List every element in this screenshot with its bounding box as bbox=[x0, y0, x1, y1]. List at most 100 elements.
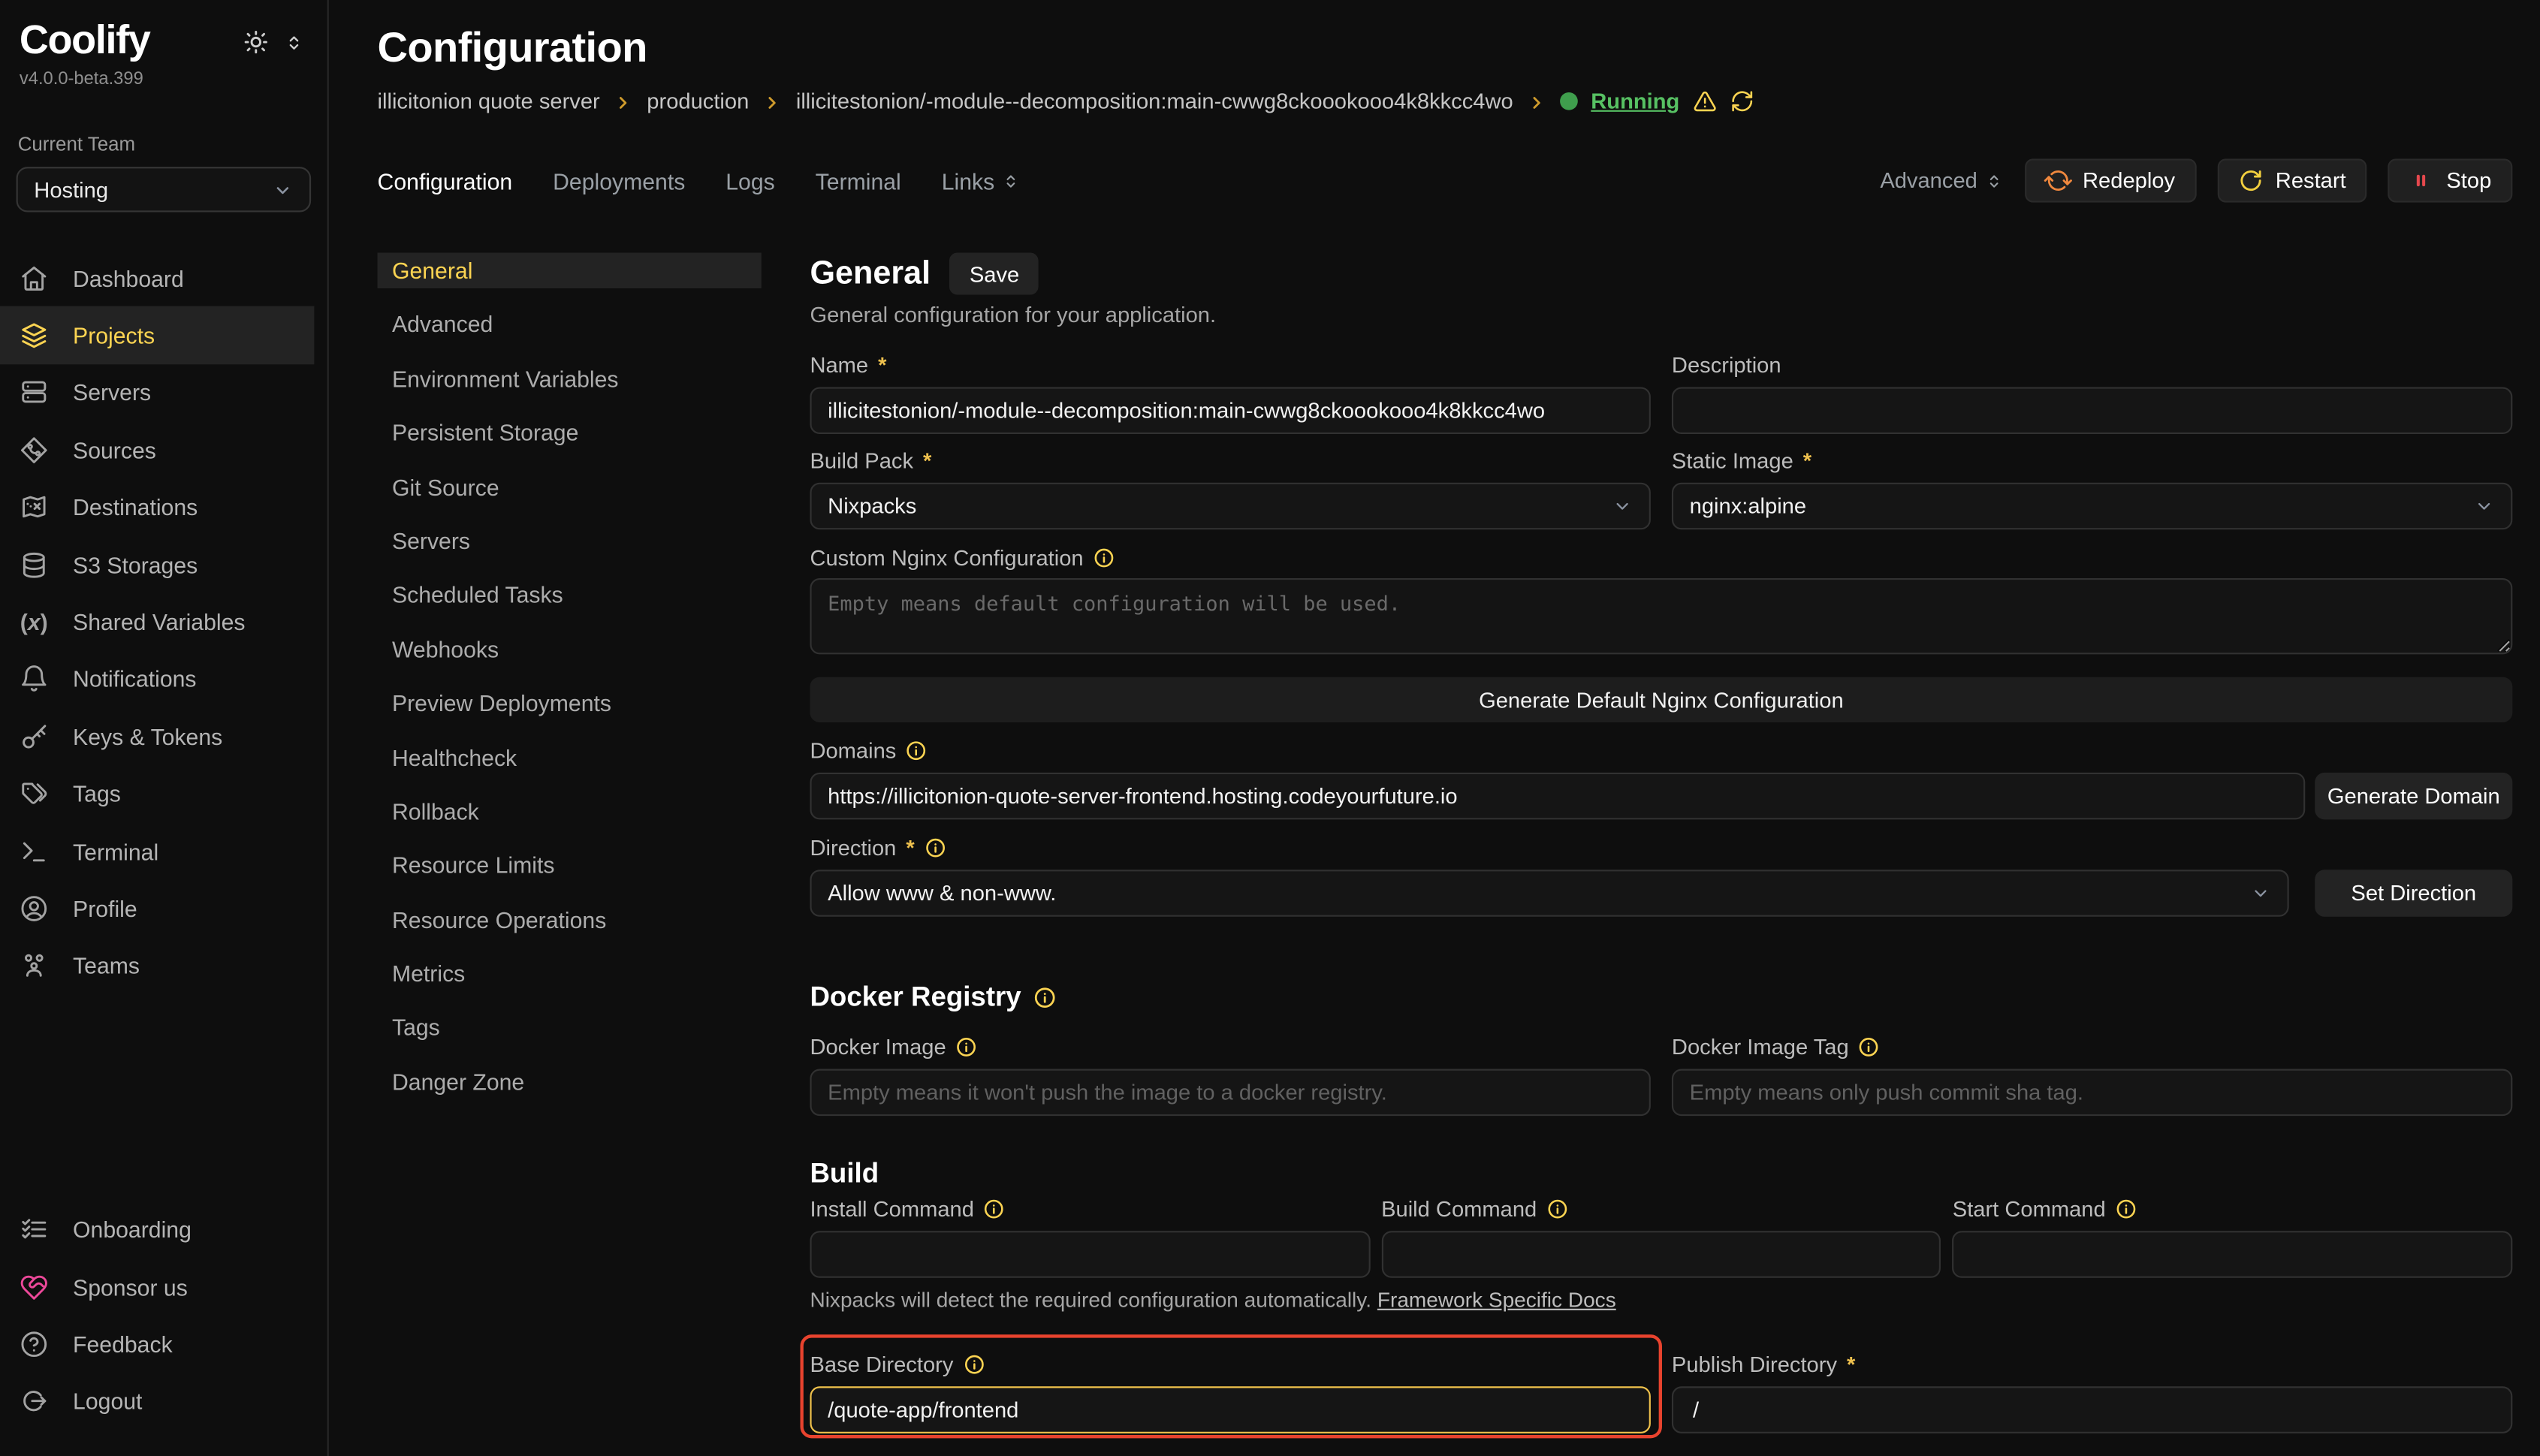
subnav-resource-limits[interactable]: Resource Limits bbox=[378, 848, 762, 883]
home-icon bbox=[20, 264, 49, 293]
base-directory-label: Base Directory bbox=[810, 1352, 1650, 1376]
subnav-git-source[interactable]: Git Source bbox=[378, 469, 762, 505]
refresh-icon[interactable] bbox=[1730, 89, 1754, 113]
subnav-scheduled-tasks[interactable]: Scheduled Tasks bbox=[378, 577, 762, 613]
install-command-input[interactable] bbox=[810, 1231, 1370, 1278]
info-icon bbox=[906, 740, 927, 761]
subnav-general[interactable]: General bbox=[378, 252, 762, 288]
sidebar-item-label: Logout bbox=[73, 1388, 142, 1415]
tab-terminal[interactable]: Terminal bbox=[816, 167, 901, 194]
subnav-environment-variables[interactable]: Environment Variables bbox=[378, 361, 762, 396]
restart-button[interactable]: Restart bbox=[2217, 158, 2367, 202]
bell-icon bbox=[20, 665, 49, 694]
sidebar-item-onboarding[interactable]: Onboarding bbox=[0, 1201, 314, 1258]
sidebar-item-label: Teams bbox=[73, 953, 140, 979]
breadcrumb-resource[interactable]: illicitestonion/-module--decomposition:m… bbox=[796, 89, 1513, 113]
sidebar-item-terminal[interactable]: Terminal bbox=[0, 823, 314, 880]
users-icon bbox=[20, 951, 49, 981]
subnav-healthcheck[interactable]: Healthcheck bbox=[378, 740, 762, 775]
domains-input[interactable] bbox=[810, 773, 2305, 820]
sidebar-item-keys-tokens[interactable]: Keys & Tokens bbox=[0, 708, 314, 765]
sidebar-item-label: Destinations bbox=[73, 494, 198, 520]
domains-label: Domains bbox=[810, 739, 2512, 763]
chevron-right-icon bbox=[1526, 92, 1547, 113]
docker-image-input[interactable] bbox=[810, 1069, 1650, 1117]
breadcrumb-environment[interactable]: production bbox=[647, 89, 749, 113]
base-directory-input[interactable] bbox=[810, 1386, 1650, 1433]
publish-directory-input[interactable] bbox=[1672, 1386, 2512, 1433]
sidebar-item-label: Notifications bbox=[73, 666, 196, 692]
sidebar-item-feedback[interactable]: Feedback bbox=[0, 1316, 314, 1373]
sidebar-item-servers[interactable]: Servers bbox=[0, 364, 314, 421]
sidebar-item-projects[interactable]: Projects bbox=[0, 306, 314, 363]
sidebar-item-sources[interactable]: Sources bbox=[0, 421, 314, 478]
sidebar-item-label: Onboarding bbox=[73, 1216, 192, 1243]
status-badge[interactable]: Running bbox=[1591, 89, 1679, 113]
build-pack-select[interactable]: Nixpacks bbox=[810, 483, 1650, 530]
subnav-webhooks[interactable]: Webhooks bbox=[378, 632, 762, 667]
sidebar-item-tags[interactable]: Tags bbox=[0, 765, 314, 822]
start-command-input[interactable] bbox=[1953, 1231, 2513, 1278]
info-icon bbox=[925, 837, 946, 858]
description-label: Description bbox=[1672, 353, 2512, 377]
sidebar-item-label: Feedback bbox=[73, 1331, 173, 1358]
static-image-select[interactable]: nginx:alpine bbox=[1672, 483, 2512, 530]
sidebar-item-teams[interactable]: Teams bbox=[0, 937, 314, 994]
sidebar-item-shared-variables[interactable]: (x) Shared Variables bbox=[0, 593, 314, 650]
tab-configuration[interactable]: Configuration bbox=[378, 167, 513, 194]
theme-sun-icon[interactable] bbox=[243, 29, 270, 56]
sidebar-item-label: S3 Storages bbox=[73, 552, 198, 578]
description-input[interactable] bbox=[1672, 387, 2512, 434]
subnav-advanced[interactable]: Advanced bbox=[378, 306, 762, 342]
subnav-resource-operations[interactable]: Resource Operations bbox=[378, 902, 762, 937]
tab-logs[interactable]: Logs bbox=[725, 167, 774, 194]
subnav-rollback[interactable]: Rollback bbox=[378, 794, 762, 829]
build-pack-label: Build Pack* bbox=[810, 448, 1650, 472]
generate-domain-button[interactable]: Generate Domain bbox=[2315, 773, 2512, 820]
name-input[interactable] bbox=[810, 387, 1650, 434]
direction-select[interactable]: Allow www & non-www. bbox=[810, 870, 2288, 917]
redeploy-button[interactable]: Redeploy bbox=[2024, 158, 2196, 202]
build-command-input[interactable] bbox=[1381, 1231, 1941, 1278]
sidebar-item-dashboard[interactable]: Dashboard bbox=[0, 249, 314, 306]
user-circle-icon bbox=[20, 894, 49, 924]
info-icon bbox=[1859, 1036, 1880, 1057]
generate-nginx-button[interactable]: Generate Default Nginx Configuration bbox=[810, 677, 2512, 722]
subnav-servers[interactable]: Servers bbox=[378, 523, 762, 559]
breadcrumb-project[interactable]: illicitonion quote server bbox=[378, 89, 600, 113]
subnav-persistent-storage[interactable]: Persistent Storage bbox=[378, 415, 762, 451]
info-icon bbox=[963, 1354, 984, 1375]
team-select[interactable]: Hosting bbox=[17, 167, 312, 212]
sidebar-item-sponsor[interactable]: Sponsor us bbox=[0, 1259, 314, 1316]
tab-links[interactable]: Links bbox=[942, 167, 1021, 194]
framework-docs-link[interactable]: Framework Specific Docs bbox=[1377, 1288, 1616, 1312]
server-icon bbox=[20, 378, 49, 408]
sidebar-item-s3-storages[interactable]: S3 Storages bbox=[0, 536, 314, 593]
docker-image-tag-input[interactable] bbox=[1672, 1069, 2512, 1117]
theme-chevrons-icon[interactable] bbox=[283, 32, 304, 53]
stop-button[interactable]: Stop bbox=[2388, 158, 2513, 202]
subnav-preview-deployments[interactable]: Preview Deployments bbox=[378, 686, 762, 721]
subnav-metrics[interactable]: Metrics bbox=[378, 956, 762, 991]
sidebar-item-logout[interactable]: Logout bbox=[0, 1373, 314, 1430]
docker-image-label: Docker Image bbox=[810, 1035, 1650, 1059]
current-team-label: Current Team bbox=[0, 89, 327, 155]
nginx-config-label: Custom Nginx Configuration bbox=[810, 546, 2512, 570]
sidebar-item-label: Keys & Tokens bbox=[73, 724, 222, 750]
name-label: Name* bbox=[810, 353, 1650, 377]
sidebar-item-destinations[interactable]: Destinations bbox=[0, 478, 314, 535]
save-button[interactable]: Save bbox=[950, 252, 1039, 294]
sidebar-item-profile[interactable]: Profile bbox=[0, 880, 314, 937]
sidebar-item-notifications[interactable]: Notifications bbox=[0, 651, 314, 708]
tab-deployments[interactable]: Deployments bbox=[553, 167, 685, 194]
subnav-danger-zone[interactable]: Danger Zone bbox=[378, 1064, 762, 1099]
sidebar-nav: Dashboard Projects Servers Sources Desti… bbox=[0, 249, 327, 994]
info-icon bbox=[956, 1036, 977, 1057]
section-title: General bbox=[810, 255, 931, 293]
advanced-dropdown[interactable]: Advanced bbox=[1880, 168, 2003, 192]
set-direction-button[interactable]: Set Direction bbox=[2315, 870, 2512, 917]
subnav-tags[interactable]: Tags bbox=[378, 1010, 762, 1045]
nginx-config-textarea[interactable] bbox=[810, 578, 2512, 654]
redeploy-icon bbox=[2041, 164, 2075, 198]
logout-icon bbox=[20, 1387, 49, 1416]
